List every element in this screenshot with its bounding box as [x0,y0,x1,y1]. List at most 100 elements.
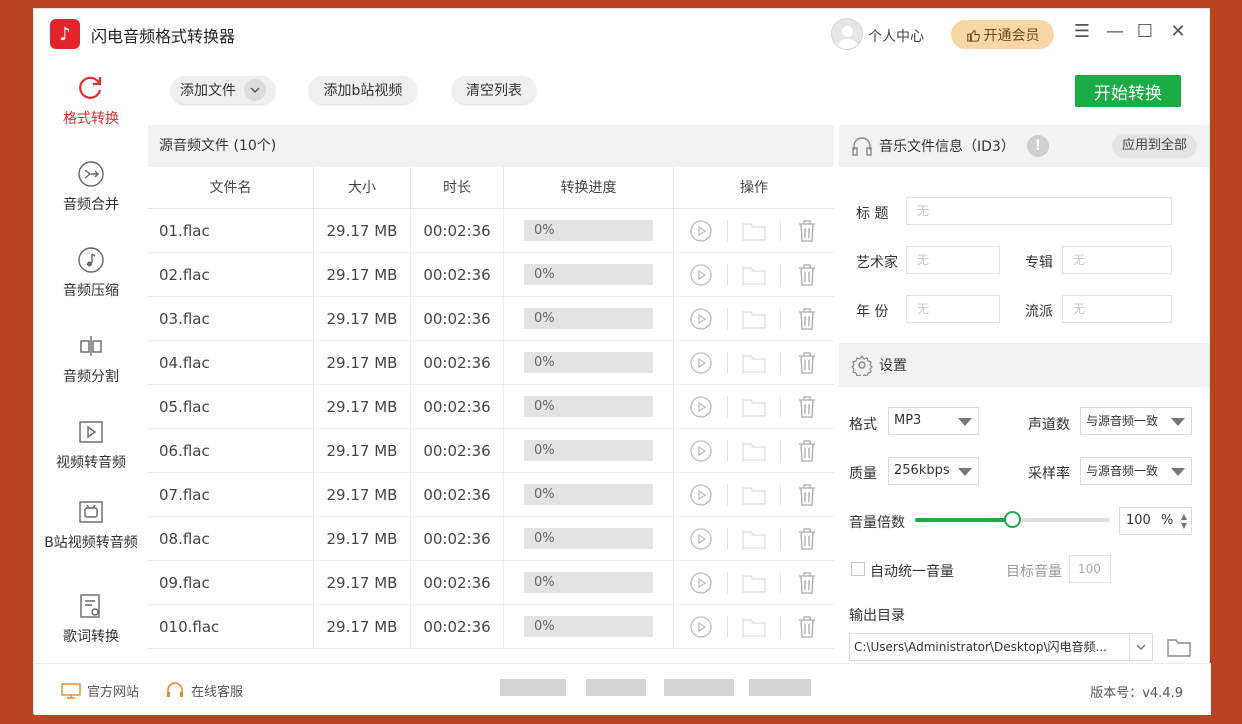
trash-icon[interactable] [793,393,821,421]
table-row[interactable]: 01.flac 29.17 MB 00:02:36 0% [148,209,834,253]
actions-cell [674,341,834,384]
play-icon[interactable] [687,349,715,377]
folder-icon[interactable] [740,261,768,289]
title-field[interactable]: 无 [906,197,1172,225]
sidebar-item-bili-to-audio[interactable]: B站视频转音频 [34,497,148,552]
app-window: ♪ 闪电音频格式转换器 个人中心 开通会员 ☰ — ☐ ✕ 格式转换 音频合并 [33,8,1211,715]
minimize-icon[interactable]: — [1105,22,1125,42]
monitor-icon [61,682,81,699]
play-icon[interactable] [687,481,715,509]
close-icon[interactable]: ✕ [1168,22,1188,42]
website-link[interactable]: 官方网站 [61,681,139,700]
folder-icon[interactable] [740,305,768,333]
divider [727,395,728,418]
folder-icon[interactable] [740,481,768,509]
stepper-icon[interactable]: ▲ ▼ [1181,512,1187,530]
divider [780,615,781,638]
file-duration: 00:02:36 [411,297,504,340]
table-row[interactable]: 04.flac 29.17 MB 00:02:36 0% [148,341,834,385]
trash-icon[interactable] [793,613,821,641]
folder-icon[interactable] [1166,636,1192,658]
play-icon[interactable] [687,261,715,289]
year-label: 年 份 [856,304,889,320]
info-icon[interactable]: ! [1026,135,1049,157]
sidebar-item-lyrics-convert[interactable]: 歌词转换 [34,591,148,646]
table-row[interactable]: 05.flac 29.17 MB 00:02:36 0% [148,385,834,429]
add-bili-video-button[interactable]: 添加b站视频 [309,76,417,104]
volume-input[interactable]: 100 % ▲ ▼ [1119,507,1192,535]
sidebar-item-audio-merge[interactable]: 音频合并 [34,159,148,214]
id3-title: 音乐文件信息（ID3） [879,139,1015,155]
actions-cell [674,473,834,516]
file-duration: 00:02:36 [411,517,504,560]
play-icon[interactable] [687,305,715,333]
refresh-icon [76,73,106,103]
sidebar-item-audio-split[interactable]: 音频分割 [34,331,148,386]
album-label: 专辑 [1025,255,1053,271]
actions-cell [674,605,834,648]
sidebar-item-video-to-audio[interactable]: 视频转音频 [34,417,148,472]
play-icon[interactable] [687,525,715,553]
table-row[interactable]: 09.flac 29.17 MB 00:02:36 0% [148,561,834,605]
folder-icon[interactable] [740,525,768,553]
file-duration: 00:02:36 [411,253,504,296]
year-field[interactable]: 无 [906,295,1000,323]
support-link[interactable]: 在线客服 [165,681,243,700]
table-row[interactable]: 010.flac 29.17 MB 00:02:36 0% [148,605,834,649]
folder-icon[interactable] [740,217,768,245]
table-row[interactable]: 07.flac 29.17 MB 00:02:36 0% [148,473,834,517]
folder-icon[interactable] [740,437,768,465]
divider [780,351,781,374]
play-icon[interactable] [687,613,715,641]
quality-select-value: 256kbps [894,463,950,478]
trash-icon[interactable] [793,437,821,465]
output-path-select[interactable]: C:\Users\Administrator\Desktop\闪电音频... [849,633,1153,661]
progress-bar: 0% [524,308,653,329]
folder-icon[interactable] [740,569,768,597]
start-convert-button[interactable]: 开始转换 [1075,75,1181,107]
sidebar-item-audio-compress[interactable]: 音频压缩 [34,245,148,300]
samplerate-select[interactable]: 与源音频一致 [1080,457,1192,485]
play-icon[interactable] [687,393,715,421]
artist-field[interactable]: 无 [906,246,1000,274]
play-icon[interactable] [687,437,715,465]
table-row[interactable]: 08.flac 29.17 MB 00:02:36 0% [148,517,834,561]
file-size: 29.17 MB [314,297,411,340]
sidebar-item-format-convert[interactable]: 格式转换 [34,73,148,128]
play-icon[interactable] [687,569,715,597]
format-select[interactable]: MP3 [888,407,979,435]
quality-select[interactable]: 256kbps [888,457,979,485]
auto-volume-checkbox[interactable] [851,562,865,576]
trash-icon[interactable] [793,525,821,553]
maximize-icon[interactable]: ☐ [1135,22,1155,42]
volume-slider-handle[interactable] [1003,511,1021,528]
avatar[interactable] [831,18,863,50]
target-volume-field[interactable]: 100 [1069,555,1111,583]
trash-icon[interactable] [793,569,821,597]
trash-icon[interactable] [793,217,821,245]
menu-icon[interactable]: ☰ [1072,22,1092,42]
vip-button[interactable]: 开通会员 [951,20,1054,49]
channels-select[interactable]: 与源音频一致 [1080,407,1192,435]
trash-icon[interactable] [793,305,821,333]
genre-field[interactable]: 无 [1062,295,1172,323]
divider [727,351,728,374]
clear-list-button[interactable]: 清空列表 [452,76,536,104]
table-row[interactable]: 02.flac 29.17 MB 00:02:36 0% [148,253,834,297]
divider [780,263,781,286]
folder-icon[interactable] [740,349,768,377]
chevron-down-icon[interactable] [244,79,266,101]
volume-unit: % [1160,513,1174,528]
trash-icon[interactable] [793,481,821,509]
album-field[interactable]: 无 [1062,246,1172,274]
table-row[interactable]: 03.flac 29.17 MB 00:02:36 0% [148,297,834,341]
trash-icon[interactable] [793,349,821,377]
folder-icon[interactable] [740,613,768,641]
folder-icon[interactable] [740,393,768,421]
user-center-link[interactable]: 个人中心 [868,26,924,46]
apply-all-button[interactable]: 应用到全部 [1111,134,1197,158]
table-row[interactable]: 06.flac 29.17 MB 00:02:36 0% [148,429,834,473]
add-file-button[interactable]: 添加文件 [171,76,275,104]
play-icon[interactable] [687,217,715,245]
trash-icon[interactable] [793,261,821,289]
